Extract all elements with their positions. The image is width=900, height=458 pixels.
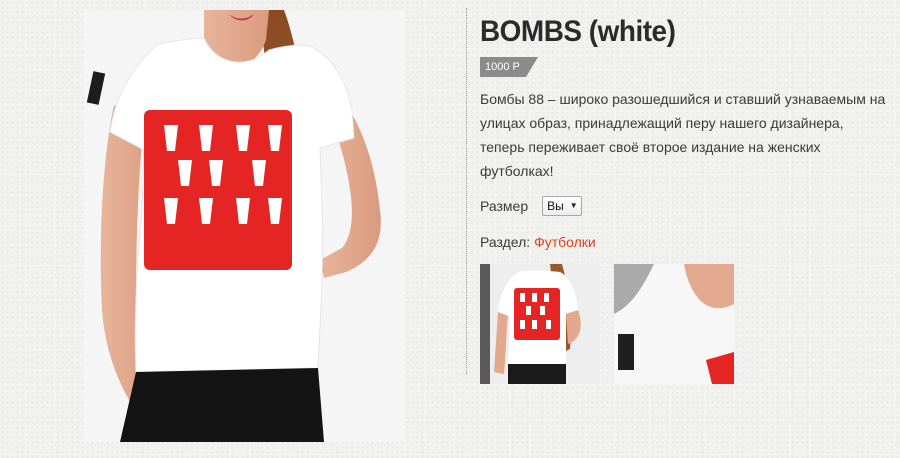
section-row: Раздел: Футболки: [480, 234, 890, 250]
column-divider: [466, 8, 467, 374]
price-tag: 1000 Р: [480, 57, 538, 77]
size-select-value: Вы: [547, 199, 564, 213]
product-details: BOMBS (white) 1000 Р Бомбы 88 – широко р…: [480, 14, 890, 384]
section-link-tshirts[interactable]: Футболки: [534, 234, 596, 250]
size-label: Размер: [480, 198, 529, 214]
chevron-down-icon: ▼: [569, 201, 578, 210]
thumbnail-front[interactable]: [480, 264, 600, 384]
thumbnail-detail[interactable]: [614, 264, 734, 384]
product-description: Бомбы 88 – широко разошедшийся и ставший…: [480, 91, 886, 179]
thumbnail-gallery: [480, 264, 890, 384]
section-label: Раздел:: [480, 234, 531, 250]
product-title: BOMBS (white): [480, 15, 676, 48]
size-select[interactable]: Вы ▼: [542, 196, 582, 216]
size-row: Размер Вы ▼: [480, 196, 890, 216]
main-product-image[interactable]: [84, 10, 404, 442]
